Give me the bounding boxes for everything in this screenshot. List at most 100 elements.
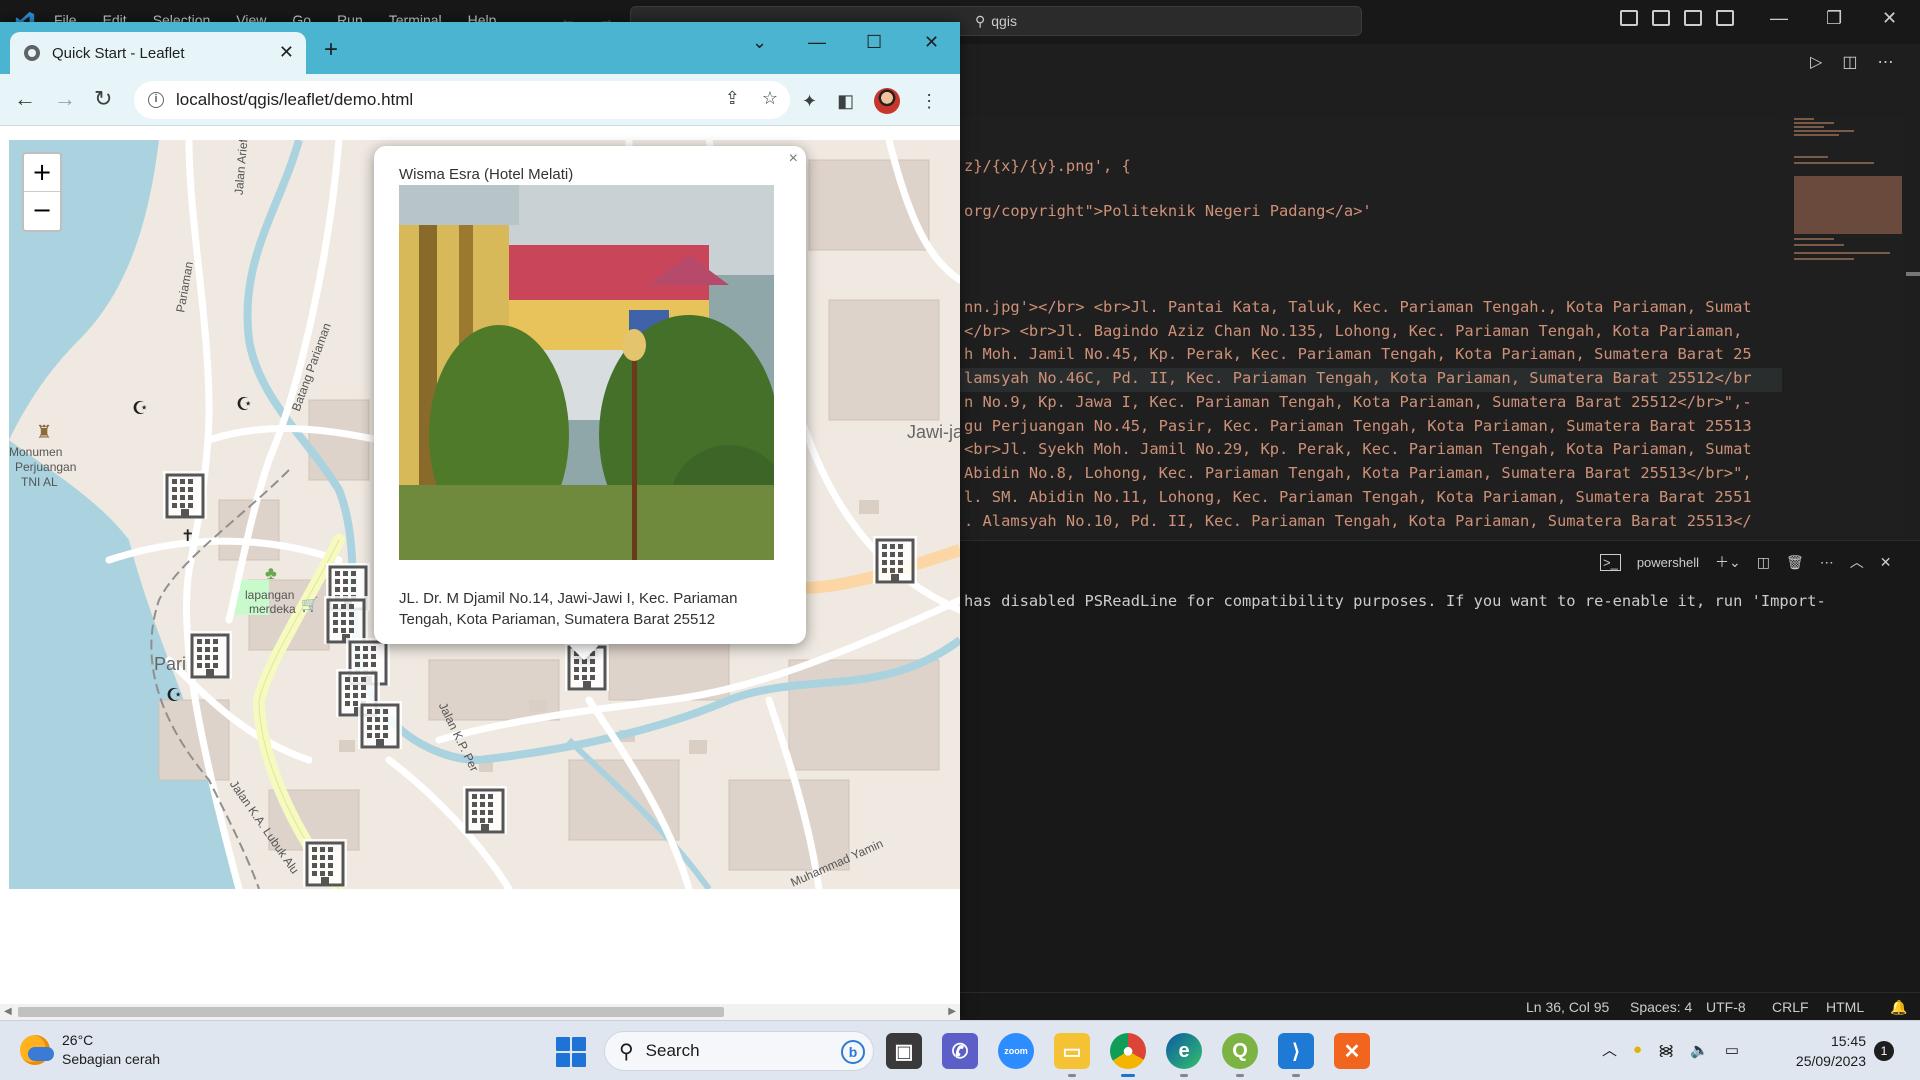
hotel-marker-icon[interactable] [159, 467, 211, 523]
code-line[interactable]: gu Perjuangan No.45, Pasir, Kec. Pariama… [964, 417, 1752, 435]
code-line[interactable]: h Moh. Jamil No.45, Kp. Perak, Kec. Pari… [964, 345, 1752, 363]
chevron-up-icon[interactable]: ︿ [1602, 1039, 1617, 1060]
vscode-maximize-icon[interactable]: ❐ [1826, 8, 1842, 29]
minimize-icon[interactable]: — [808, 32, 826, 53]
monument-icon: ♜ [36, 422, 53, 442]
split-editor-icon[interactable]: ◫ [1842, 52, 1857, 72]
close-panel-icon[interactable]: ✕ [1880, 554, 1892, 571]
code-line[interactable]: nn.jpg'></br> <br>Jl. Pantai Kata, Taluk… [964, 298, 1752, 316]
address-bar[interactable]: i localhost/qgis/leaflet/demo.html ⇪ ☆ [134, 81, 790, 119]
close-window-icon[interactable]: ✕ [924, 32, 939, 53]
site-info-icon[interactable]: i [148, 92, 164, 108]
chrome-app-icon[interactable]: ● [1110, 1033, 1146, 1077]
bing-icon[interactable]: b [841, 1040, 865, 1064]
maximize-panel-icon[interactable]: ︿ [1850, 552, 1864, 572]
weather-widget[interactable]: 26°C Sebagian cerah [20, 1031, 160, 1069]
vscode-close-icon[interactable]: ✕ [1882, 8, 1897, 29]
taskbar-search-label: Search [645, 1041, 700, 1060]
maximize-icon[interactable]: ☐ [866, 32, 882, 53]
hotel-marker-icon[interactable] [459, 782, 511, 838]
wifi-icon[interactable]: ᯼ [1658, 1040, 1674, 1060]
kill-terminal-icon[interactable]: 🗑 [1786, 554, 1804, 571]
search-icon: ⚲ [975, 12, 986, 29]
security-shield-icon[interactable]: ● [1633, 1041, 1642, 1058]
weather-temperature: 26°C [62, 1032, 94, 1048]
bookmark-star-icon[interactable]: ☆ [762, 88, 778, 109]
code-line[interactable]: Abidin No.8, Lohong, Kec. Pariaman Tenga… [964, 464, 1752, 482]
notification-badge[interactable]: 1 [1874, 1041, 1894, 1061]
toggle-panel-icon[interactable] [1652, 10, 1670, 26]
status-indentation[interactable]: Spaces: 4 [1630, 999, 1692, 1015]
taskbar-search[interactable]: ⚲ Search b [604, 1031, 874, 1071]
reload-icon[interactable]: ↻ [94, 86, 112, 112]
tab-title: Quick Start - Leaflet [52, 44, 185, 62]
status-encoding[interactable]: UTF-8 [1706, 999, 1746, 1015]
horizontal-scrollbar[interactable]: ◀ ▶ [0, 1004, 960, 1020]
panel-more-icon[interactable]: ⋯ [1820, 554, 1834, 571]
globe-icon [24, 45, 40, 61]
battery-icon[interactable]: ▭ [1725, 1041, 1739, 1059]
qgis-app-icon[interactable]: Q [1222, 1033, 1258, 1077]
minimap[interactable] [1786, 116, 1904, 536]
url-text: localhost/qgis/leaflet/demo.html [176, 90, 414, 109]
hotel-marker-icon[interactable] [184, 627, 236, 683]
code-line[interactable]: . Alamsyah No.10, Pd. II, Kec. Pariaman … [964, 512, 1752, 530]
scroll-right-icon[interactable]: ▶ [948, 1006, 956, 1017]
start-button[interactable] [556, 1037, 586, 1067]
code-line[interactable]: l. SM. Abidin No.11, Lohong, Kec. Pariam… [964, 488, 1752, 506]
popup-close-button[interactable]: × [789, 150, 798, 168]
forward-icon[interactable]: → [54, 86, 76, 112]
status-cursor-position[interactable]: Ln 36, Col 95 [1526, 999, 1609, 1015]
tab-search-icon[interactable]: ⌄ [752, 32, 767, 53]
hotel-marker-icon[interactable] [299, 835, 351, 889]
new-terminal-icon[interactable]: ＋⌄ [1715, 552, 1741, 572]
hotel-marker-icon[interactable] [354, 697, 406, 753]
new-tab-button[interactable]: + [324, 36, 338, 64]
zoom-out-button[interactable]: − [24, 192, 60, 230]
code-line[interactable]: n No.9, Kp. Jawa I, Kec. Pariaman Tengah… [964, 393, 1752, 411]
toggle-primary-sidebar-icon[interactable] [1620, 10, 1638, 26]
bell-icon[interactable]: 🔔 [1890, 999, 1907, 1016]
share-icon[interactable]: ⇪ [725, 88, 740, 109]
status-language[interactable]: HTML [1826, 999, 1864, 1015]
side-panel-icon[interactable]: ◧ [837, 91, 854, 112]
scroll-left-icon[interactable]: ◀ [4, 1006, 12, 1017]
zoom-in-button[interactable]: + [24, 154, 60, 192]
clock[interactable]: 15:45 25/09/2023 [1788, 1031, 1866, 1071]
run-icon[interactable]: ▷ [1810, 52, 1822, 72]
browser-toolbar: ← → ↻ i localhost/qgis/leaflet/demo.html… [0, 74, 960, 126]
extensions-puzzle-icon[interactable]: ✦ [802, 91, 817, 112]
more-actions-icon[interactable]: ⋯ [1877, 52, 1893, 72]
vscode-minimize-icon[interactable]: — [1770, 8, 1788, 29]
terminal-icon: >_ [1600, 553, 1621, 571]
terminal-output[interactable]: has disabled PSReadLine for compatibilit… [964, 592, 1826, 610]
split-terminal-icon[interactable]: ◫ [1757, 554, 1770, 571]
file-explorer-icon[interactable]: ▭ [1054, 1033, 1090, 1077]
code-line[interactable]: org/copyright">Politeknik Negeri Padang<… [964, 202, 1372, 220]
browser-tab[interactable]: Quick Start - Leaflet ✕ [10, 32, 306, 74]
customize-layout-icon[interactable] [1716, 10, 1734, 26]
search-icon: ⚲ [619, 1040, 634, 1063]
close-tab-icon[interactable]: ✕ [279, 42, 294, 63]
chrome-menu-icon[interactable]: ⋮ [920, 91, 938, 112]
profile-avatar[interactable] [874, 88, 901, 114]
back-icon[interactable]: ← [14, 86, 36, 112]
vscode-app-icon[interactable]: ⟩ [1278, 1033, 1314, 1077]
mosque-icon: ☪ [132, 398, 149, 418]
xampp-app-icon[interactable]: ✕ [1334, 1033, 1370, 1069]
code-line[interactable]: <br>Jl. Syekh Moh. Jamil No.29, Kp. Pera… [964, 440, 1752, 458]
edge-app-icon[interactable]: e [1166, 1033, 1202, 1077]
teams-chat-icon[interactable]: ✆ [942, 1033, 978, 1069]
status-eol[interactable]: CRLF [1772, 999, 1809, 1015]
task-view-icon[interactable]: ▣ [886, 1033, 922, 1069]
volume-icon[interactable]: 🔈 [1690, 1041, 1709, 1059]
terminal-label[interactable]: powershell [1637, 555, 1699, 570]
toggle-secondary-sidebar-icon[interactable] [1684, 10, 1702, 26]
code-line[interactable]: z}/{x}/{y}.png', { [964, 157, 1131, 175]
editor-scrollbar[interactable] [1906, 272, 1920, 276]
zoom-app-icon[interactable]: zoom [998, 1033, 1034, 1069]
code-line[interactable]: lamsyah No.46C, Pd. II, Kec. Pariaman Te… [964, 369, 1752, 387]
hotel-marker-icon[interactable] [869, 532, 921, 588]
scroll-thumb[interactable] [18, 1007, 724, 1017]
code-line[interactable]: </br> <br>Jl. Bagindo Aziz Chan No.135, … [964, 322, 1742, 340]
